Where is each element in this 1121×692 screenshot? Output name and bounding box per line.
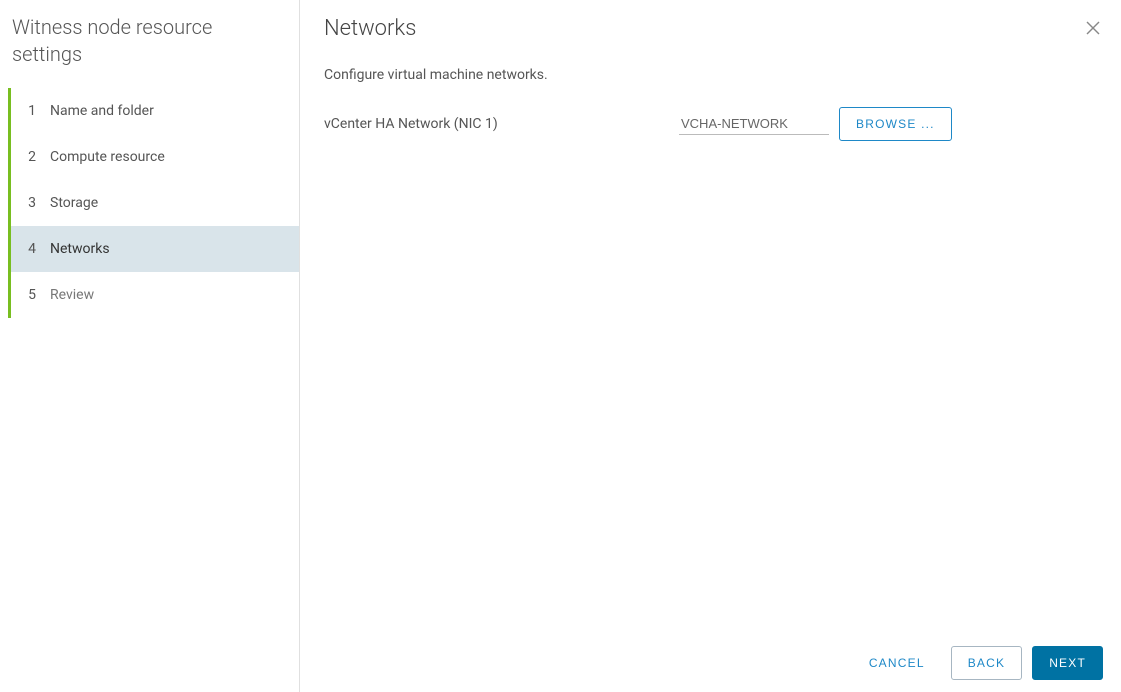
cancel-button[interactable]: CANCEL (853, 647, 941, 679)
close-icon[interactable] (1085, 20, 1103, 38)
step-networks[interactable]: 4 Networks (11, 226, 299, 272)
back-button[interactable]: BACK (951, 646, 1022, 680)
page-heading: Networks (324, 16, 416, 41)
header-row: Networks (324, 16, 1103, 67)
step-number: 1 (28, 102, 36, 120)
step-label: Compute resource (50, 148, 165, 166)
step-review[interactable]: 5 Review (11, 272, 299, 318)
step-label: Review (50, 286, 94, 304)
nic1-label: vCenter HA Network (NIC 1) (324, 116, 669, 132)
step-compute-resource[interactable]: 2 Compute resource (11, 134, 299, 180)
step-label: Name and folder (50, 102, 154, 120)
next-button[interactable]: NEXT (1032, 646, 1103, 680)
wizard-footer: CANCEL BACK NEXT (324, 634, 1103, 680)
step-number: 5 (28, 286, 36, 304)
page-subtitle: Configure virtual machine networks. (324, 67, 1103, 83)
main-panel: Networks Configure virtual machine netwo… (300, 0, 1121, 692)
wizard-sidebar: Witness node resource settings 1 Name an… (0, 0, 300, 692)
step-number: 3 (28, 194, 36, 212)
steps-list: 1 Name and folder 2 Compute resource 3 S… (8, 88, 299, 318)
step-storage[interactable]: 3 Storage (11, 180, 299, 226)
step-label: Storage (50, 194, 98, 212)
step-name-and-folder[interactable]: 1 Name and folder (11, 88, 299, 134)
step-number: 2 (28, 148, 36, 166)
nic1-input[interactable] (679, 113, 829, 135)
step-number: 4 (28, 240, 36, 258)
wizard-title: Witness node resource settings (0, 14, 299, 88)
browse-button[interactable]: BROWSE ... (839, 107, 952, 141)
step-label: Networks (50, 240, 110, 258)
nic1-row: vCenter HA Network (NIC 1) BROWSE ... (324, 107, 1103, 141)
